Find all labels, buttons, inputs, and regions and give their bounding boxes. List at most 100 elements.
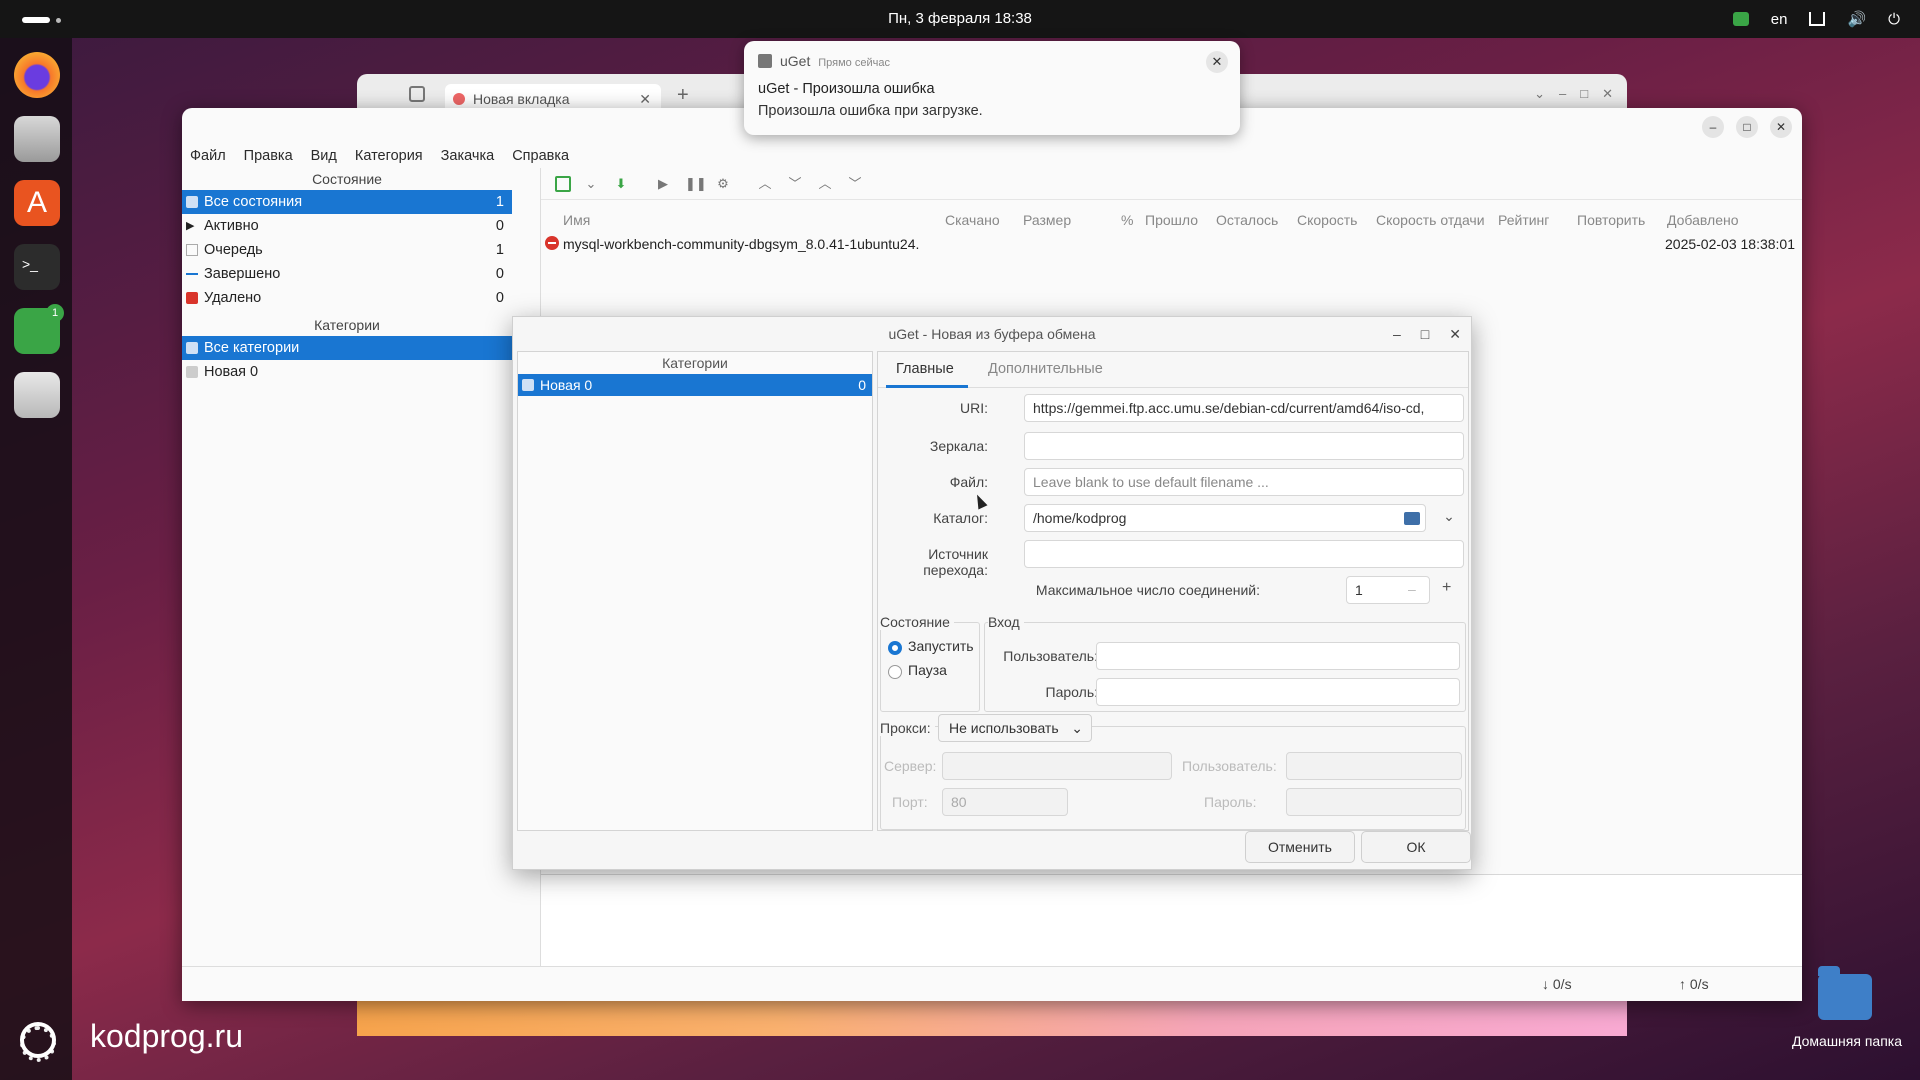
proxy-password-input[interactable] (1286, 788, 1462, 816)
proxy-server-input[interactable] (942, 752, 1172, 780)
firefox-icon[interactable] (14, 52, 60, 98)
cancel-button[interactable]: Отменить (1245, 831, 1355, 863)
notification[interactable]: uGet Прямо сейчас ✕ uGet - Произошла оши… (744, 41, 1240, 135)
volume-icon[interactable]: 🔊 (1847, 10, 1866, 28)
ok-button[interactable]: ОК (1361, 831, 1471, 863)
decrement-button[interactable]: – (1408, 581, 1416, 597)
move-down-icon[interactable]: ﹀ (787, 176, 803, 192)
pause-radio[interactable] (888, 665, 902, 679)
system-tray[interactable]: en 🔊 ⏻ (1732, 0, 1900, 38)
dialog-category-item[interactable]: Новая 0 0 (518, 374, 872, 396)
col-speed[interactable]: Скорость (1297, 212, 1357, 228)
col-downloaded[interactable]: Скачано (945, 212, 1000, 228)
menu-category[interactable]: Категория (355, 148, 423, 164)
move-bottom-icon[interactable]: ﹀ (847, 176, 863, 192)
state-count: 0 (495, 218, 504, 234)
state-all[interactable]: Все состояния 1 (182, 190, 512, 214)
network-icon[interactable] (1809, 12, 1826, 26)
col-name[interactable]: Имя (563, 212, 590, 228)
home-folder-label[interactable]: Домашняя папка (1784, 1033, 1910, 1049)
menu-file[interactable]: Файл (190, 148, 226, 164)
tab-advanced[interactable]: Дополнительные (988, 361, 1103, 377)
clock[interactable]: Пн, 3 февраля 18:38 (0, 0, 1920, 38)
close-icon[interactable]: ✕ (1602, 86, 1613, 102)
proxy-port-input[interactable]: 80 (942, 788, 1068, 816)
new-download-icon[interactable] (555, 176, 571, 192)
start-icon[interactable]: ▶ (655, 176, 671, 192)
col-percent[interactable]: % (1121, 212, 1133, 228)
browser-content-strip (357, 1000, 1627, 1036)
tab-overview-icon[interactable] (409, 86, 425, 102)
menu-help[interactable]: Справка (512, 148, 569, 164)
chevron-down-icon[interactable]: ⌄ (583, 176, 599, 192)
home-folder-icon[interactable] (1818, 966, 1872, 1020)
folder-browse-icon[interactable] (1404, 512, 1420, 525)
category-all[interactable]: Все категории (182, 336, 512, 360)
max-connections-input[interactable]: 1 (1346, 576, 1430, 604)
maximize-icon[interactable]: □ (1421, 317, 1429, 351)
proxy-select[interactable]: Не использовать ⌄ (938, 714, 1092, 742)
state-group-label: Состояние (880, 614, 954, 630)
menu-edit[interactable]: Правка (244, 148, 293, 164)
close-icon[interactable]: ✕ (1449, 317, 1461, 351)
start-radio[interactable] (888, 641, 902, 655)
login-group-label: Вход (988, 614, 1024, 630)
menu-view[interactable]: Вид (311, 148, 337, 164)
minimize-icon[interactable]: – (1559, 86, 1566, 102)
password-input[interactable] (1096, 678, 1460, 706)
referrer-input[interactable] (1024, 540, 1464, 568)
maximize-icon[interactable]: □ (1736, 116, 1758, 138)
state-recycled[interactable]: Удалено 0 (182, 286, 512, 310)
pause-icon[interactable]: ❚❚ (685, 176, 707, 192)
col-upload-speed[interactable]: Скорость отдачи (1376, 212, 1485, 228)
close-icon[interactable]: ✕ (1770, 116, 1792, 138)
state-queue[interactable]: Очередь 1 (182, 238, 512, 262)
folder-input[interactable]: /home/kodprog (1024, 504, 1426, 532)
col-added[interactable]: Добавлено (1667, 212, 1739, 228)
table-row[interactable]: mysql-workbench-community-dbgsym_8.0.41-… (541, 232, 1803, 256)
dialog-title-bar[interactable]: uGet - Новая из буфера обмена – □ ✕ (513, 317, 1471, 351)
move-top-icon[interactable]: ︿ (817, 176, 833, 192)
proxy-server-label: Сервер: (884, 758, 937, 774)
user-input[interactable] (1096, 642, 1460, 670)
terminal-icon[interactable]: >_ (14, 244, 60, 290)
move-up-icon[interactable]: ︿ (757, 176, 773, 192)
menu-download[interactable]: Закачка (441, 148, 495, 164)
proxy-user-input[interactable] (1286, 752, 1462, 780)
power-icon[interactable]: ⏻ (1888, 11, 1900, 28)
new-tab-icon[interactable]: + (677, 84, 689, 107)
col-retry[interactable]: Повторить (1577, 212, 1645, 228)
col-elapsed[interactable]: Прошло (1145, 212, 1198, 228)
state-active[interactable]: ▶ Активно 0 (182, 214, 512, 238)
minimize-icon[interactable]: – (1702, 116, 1724, 138)
trash-icon[interactable] (14, 372, 60, 418)
app-center-icon[interactable]: A (14, 180, 60, 226)
uget-tray-icon[interactable] (1732, 12, 1749, 26)
col-ratio[interactable]: Рейтинг (1498, 212, 1549, 228)
language-indicator[interactable]: en (1771, 11, 1788, 28)
uget-icon[interactable]: 1 (14, 304, 64, 354)
pause-radio-label[interactable]: Пауза (908, 662, 947, 678)
file-input[interactable]: Leave blank to use default filename ... (1024, 468, 1464, 496)
increment-button[interactable]: + (1442, 579, 1451, 597)
list-tabs-icon[interactable]: ⌄ (1534, 86, 1545, 102)
maximize-icon[interactable]: □ (1580, 86, 1588, 102)
state-finished[interactable]: Завершено 0 (182, 262, 512, 286)
col-size[interactable]: Размер (1023, 212, 1071, 228)
uri-input[interactable]: https://gemmei.ftp.acc.umu.se/debian-cd/… (1024, 394, 1464, 422)
category-icon (522, 379, 534, 391)
files-icon[interactable] (14, 116, 60, 162)
properties-icon[interactable]: ⚙ (715, 176, 731, 192)
col-left[interactable]: Осталось (1216, 212, 1278, 228)
state-label: Завершено (204, 266, 281, 282)
upload-speed: ↑ 0/s (1679, 976, 1709, 992)
chevron-down-icon[interactable]: ⌄ (1434, 508, 1464, 528)
start-radio-label[interactable]: Запустить (908, 638, 974, 654)
tab-main[interactable]: Главные (896, 361, 954, 377)
status-bar: ↓ 0/s ↑ 0/s (182, 966, 1802, 1001)
minimize-icon[interactable]: – (1393, 317, 1401, 351)
category-new0[interactable]: Новая 0 (182, 360, 512, 384)
close-icon[interactable]: ✕ (1206, 51, 1228, 73)
batch-download-icon[interactable]: ⬇ (613, 176, 629, 192)
mirrors-input[interactable] (1024, 432, 1464, 460)
